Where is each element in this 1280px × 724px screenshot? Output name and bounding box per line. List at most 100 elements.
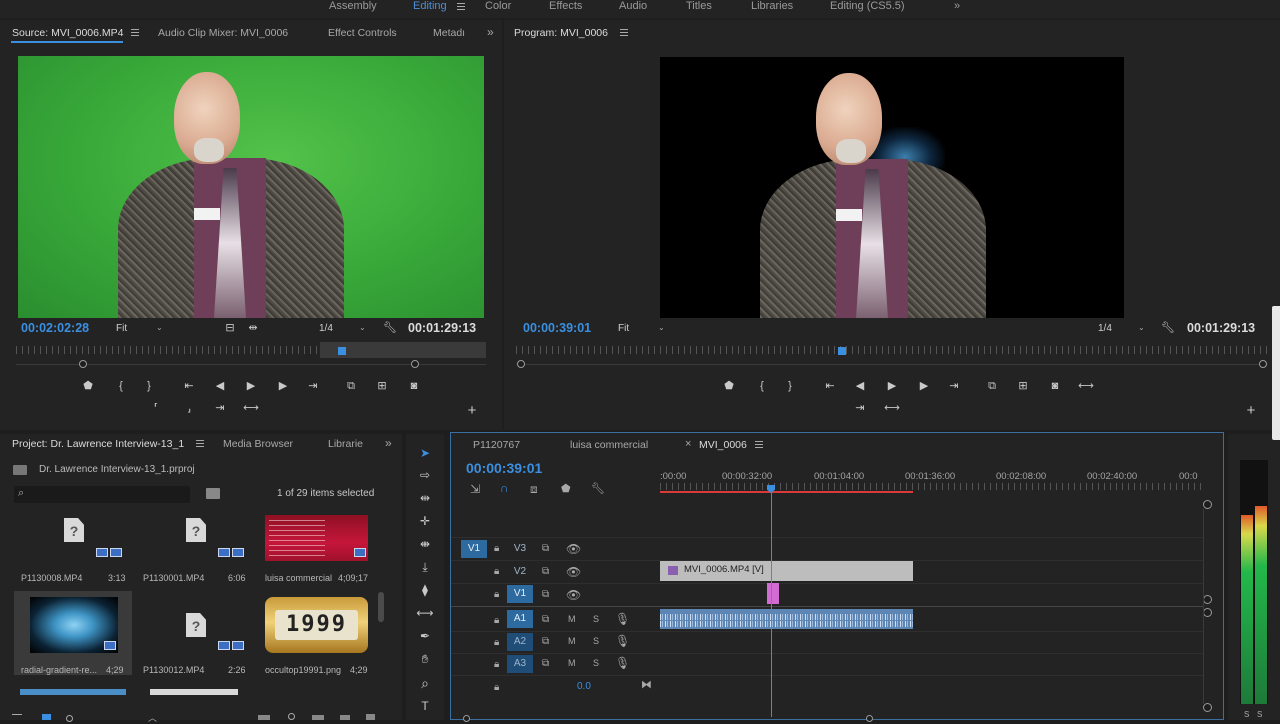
microphone-icon[interactable]: 🎙︎ xyxy=(615,612,630,626)
slide-tool-icon[interactable]: ⟷ xyxy=(416,604,434,622)
sort-icon[interactable]: ︿ xyxy=(148,711,157,724)
timeline-playhead[interactable] xyxy=(771,485,772,717)
project-item-luisa-commercial[interactable]: luisa commercial 4;09;17 xyxy=(262,512,380,588)
project-item-p1130008[interactable]: ? P1130008.MP4 3:13 xyxy=(14,512,132,588)
mark-in-icon[interactable]: { xyxy=(113,379,129,393)
step-back-icon[interactable]: ◀ xyxy=(852,379,868,393)
track-height-handle[interactable] xyxy=(1203,703,1212,712)
button-editor-plus-icon[interactable]: + xyxy=(464,403,480,418)
source-timecode-in[interactable]: 00:02:02:28 xyxy=(21,321,89,335)
rate-stretch-tool-icon[interactable]: ⇼ xyxy=(416,535,434,553)
rolling-edit-tool-icon[interactable]: ✛ xyxy=(416,512,434,530)
type-tool-icon[interactable]: T xyxy=(416,697,434,715)
project-item-occultop[interactable]: 1999 occultop19991.png 4;29 xyxy=(262,591,380,675)
eye-icon[interactable]: 👁︎ xyxy=(566,542,581,556)
project-item-p1130001[interactable]: ? P1130001.MP4 6:06 xyxy=(136,512,254,588)
program-zoom-handle-left[interactable] xyxy=(517,360,525,368)
extract-icon[interactable]: ⊞ xyxy=(1015,379,1031,393)
workspace-tab-editing[interactable]: Editing xyxy=(413,0,447,16)
project-panel-menu-icon[interactable] xyxy=(196,440,204,447)
solo-left-button[interactable]: S xyxy=(1244,710,1249,719)
export-frame-icon[interactable]: ◙ xyxy=(406,379,422,393)
vr-icon[interactable]: ⟷ xyxy=(884,401,900,415)
new-item-icon[interactable] xyxy=(340,715,350,720)
go-to-out-icon[interactable]: ⇥ xyxy=(946,379,962,393)
add-marker-icon[interactable]: ⬟ xyxy=(80,379,96,393)
track-a3[interactable]: A3 xyxy=(507,655,533,673)
mute-button[interactable]: M xyxy=(568,658,576,668)
sync-lock-icon[interactable]: ⧉ xyxy=(542,636,549,647)
lock-icon[interactable]: 🔒︎ xyxy=(494,615,499,626)
source-resolution-dropdown[interactable]: 1/4 ⌄ xyxy=(319,323,369,334)
project-search-input[interactable]: ⌕ xyxy=(14,486,190,503)
edit-point-clip[interactable] xyxy=(767,583,779,604)
mute-button[interactable]: M xyxy=(568,614,576,624)
timeline-timecode[interactable]: 00:00:39:01 xyxy=(466,460,542,476)
workspace-tab-editing-cs55[interactable]: Editing (CS5.5) xyxy=(830,0,905,16)
source-playhead[interactable] xyxy=(338,347,346,355)
lock-icon[interactable]: 🔒︎ xyxy=(494,589,499,600)
workspace-tab-libraries[interactable]: Libraries xyxy=(751,0,793,16)
slip-tool-icon[interactable]: ⧫ xyxy=(416,581,434,599)
eye-icon[interactable]: 👁︎ xyxy=(566,588,581,602)
workspace-tab-audio[interactable]: Audio xyxy=(619,0,647,16)
wrench-icon[interactable]: 🔧︎ xyxy=(382,321,398,335)
add-marker-icon[interactable]: ⬟ xyxy=(561,482,571,495)
video-clip-mvi-0006[interactable]: MVI_0006.MP4 [V] xyxy=(660,561,913,581)
timeline-tab-p1120767[interactable]: P1120767 xyxy=(473,439,520,451)
tab-source[interactable]: Source: MVI_0006.MP4 xyxy=(12,27,123,39)
go-to-out-icon[interactable]: ⇥ xyxy=(305,379,321,393)
go-to-in-icon[interactable]: ⇤ xyxy=(822,379,838,393)
play-icon[interactable]: ▶ xyxy=(884,379,900,393)
work-area-bar[interactable] xyxy=(660,491,913,493)
lock-icon[interactable]: 🔒︎ xyxy=(494,637,499,648)
step-forward-icon[interactable]: ▶ xyxy=(916,379,932,393)
linked-selection-icon[interactable]: ⧈ xyxy=(530,482,538,497)
lock-icon[interactable]: 🔒︎ xyxy=(494,682,499,693)
icon-view-icon[interactable] xyxy=(42,714,51,720)
solo-button[interactable]: S xyxy=(593,658,599,668)
button-editor-plus-icon[interactable]: + xyxy=(1243,403,1259,418)
program-zoom-dropdown[interactable]: Fit ⌄ xyxy=(618,323,668,334)
tab-media-browser[interactable]: Media Browser xyxy=(223,438,293,450)
horizontal-zoom-handle[interactable] xyxy=(866,715,873,722)
track-v3[interactable]: V3 xyxy=(507,540,533,558)
solo-right-button[interactable]: S xyxy=(1257,710,1262,719)
panel-overflow-icon[interactable]: » xyxy=(487,25,494,39)
automate-to-sequence-icon[interactable] xyxy=(258,715,270,720)
workspace-tab-color[interactable]: Color xyxy=(485,0,511,16)
sync-lock-icon[interactable]: ⧉ xyxy=(542,543,549,554)
tab-metadata[interactable]: Metadı xyxy=(433,27,465,39)
microphone-icon[interactable]: 🎙︎ xyxy=(615,634,630,648)
tab-effect-controls[interactable]: Effect Controls xyxy=(328,27,397,39)
microphone-icon[interactable]: 🎙︎ xyxy=(615,656,630,670)
track-v1[interactable]: V1 xyxy=(507,585,533,603)
lock-icon[interactable]: 🔒︎ xyxy=(494,543,499,554)
zoom-tool-icon[interactable]: ⌕ xyxy=(416,674,434,692)
sync-lock-icon[interactable]: ⧉ xyxy=(542,658,549,669)
track-v2[interactable]: V2 xyxy=(507,563,533,581)
mark-out-icon[interactable]: } xyxy=(782,379,798,393)
ripple-edit-tool-icon[interactable]: ⇹ xyxy=(416,489,434,507)
project-item-radial-gradient[interactable]: radial-gradient-re... 4;29 xyxy=(14,591,132,675)
wrench-icon[interactable]: 🔧︎ xyxy=(1160,321,1176,335)
step-back-icon[interactable]: ◀ xyxy=(212,379,228,393)
source-zoom-dropdown[interactable]: Fit ⌄ xyxy=(116,323,166,334)
timeline-ruler[interactable]: :00:00 00:00:32:00 00:01:04:00 00:01:36:… xyxy=(660,469,1205,493)
track-height-handle[interactable] xyxy=(1203,608,1212,617)
go-to-in-icon[interactable]: ⇤ xyxy=(181,379,197,393)
timeline-settings-icon[interactable]: 🔧︎ xyxy=(591,482,605,495)
loop-icon[interactable]: ⟷ xyxy=(243,401,259,415)
lift-icon[interactable]: ⧉ xyxy=(984,379,1000,393)
program-timecode[interactable]: 00:00:39:01 xyxy=(523,321,591,335)
drop-frame-icon[interactable]: ⊟ xyxy=(222,321,238,335)
close-tab-icon[interactable]: × xyxy=(685,438,691,450)
program-playhead[interactable] xyxy=(838,347,846,355)
drag-handles-icon[interactable]: ⇹ xyxy=(245,321,261,335)
clear-out-icon[interactable]: ⸥ xyxy=(181,401,197,415)
workspace-overflow-icon[interactable]: » xyxy=(954,0,960,16)
program-time-ruler[interactable] xyxy=(516,346,1268,354)
workspace-tab-effects[interactable]: Effects xyxy=(549,0,582,16)
play-icon[interactable]: ▶ xyxy=(243,379,259,393)
trash-icon[interactable] xyxy=(366,714,375,720)
